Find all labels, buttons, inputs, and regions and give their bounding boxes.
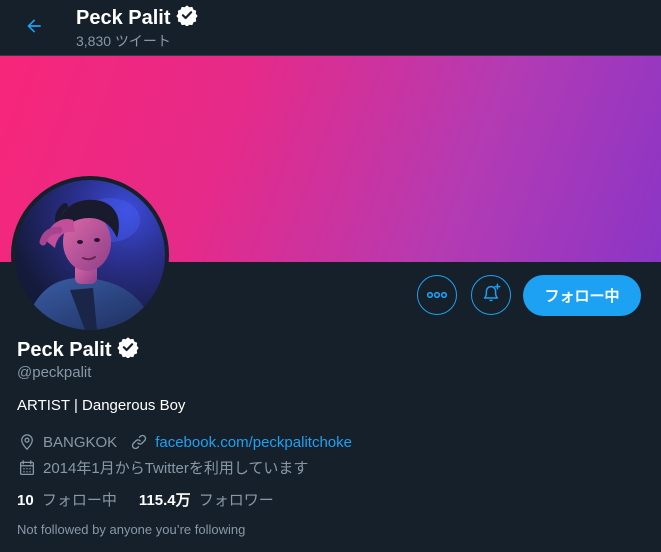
link-icon	[129, 432, 149, 452]
joined-text: 2014年1月からTwitterを利用しています	[43, 460, 309, 477]
avatar[interactable]	[11, 176, 169, 334]
following-button[interactable]: フォロー中	[523, 275, 641, 316]
profile-bio: ARTIST | Dangerous Boy	[17, 397, 186, 414]
following-count: 10	[17, 492, 34, 509]
header-name: Peck Palit	[76, 6, 171, 29]
header-title: Peck Palit	[76, 4, 198, 32]
notify-button[interactable]	[471, 275, 511, 315]
location-pin-icon	[17, 432, 37, 452]
more-button[interactable]	[417, 275, 457, 315]
verified-badge-icon	[116, 336, 139, 364]
follow-stats: 10 フォロー中 115.4万 フォロワー	[17, 489, 274, 510]
followers-stat[interactable]: 115.4万 フォロワー	[139, 489, 274, 510]
website-link[interactable]: facebook.com/peckpalitchoke	[155, 434, 352, 451]
location: BANGKOK	[17, 432, 117, 452]
profile-header-bar: Peck Palit 3,830 ツイート	[0, 0, 661, 56]
back-button[interactable]	[17, 11, 51, 45]
arrow-left-icon	[24, 16, 44, 41]
following-label: フォロー中	[41, 492, 117, 509]
followers-label: フォロワー	[198, 492, 274, 509]
profile-name: Peck Palit	[17, 336, 139, 364]
profile-joined-row: 2014年1月からTwitterを利用しています	[17, 457, 320, 478]
profile-handle: @peckpalit	[17, 364, 92, 381]
followers-count: 115.4万	[138, 492, 191, 509]
more-horizontal-icon	[426, 286, 448, 304]
profile-display-name: Peck Palit	[17, 338, 112, 361]
joined-date: 2014年1月からTwitterを利用しています	[17, 457, 308, 478]
location-text: BANGKOK	[43, 433, 118, 451]
bell-plus-icon	[480, 282, 502, 309]
profile-meta-row: BANGKOK facebook.com/peckpalitchoke	[17, 432, 364, 452]
followed-by-note: Not followed by anyone you’re following	[17, 522, 246, 537]
tweet-count: 3,830 ツイート	[76, 33, 171, 49]
verified-badge-icon	[175, 4, 198, 32]
calendar-icon	[17, 458, 37, 478]
avatar-photo	[15, 180, 165, 330]
website[interactable]: facebook.com/peckpalitchoke	[129, 432, 352, 452]
following-stat[interactable]: 10 フォロー中	[17, 489, 117, 510]
